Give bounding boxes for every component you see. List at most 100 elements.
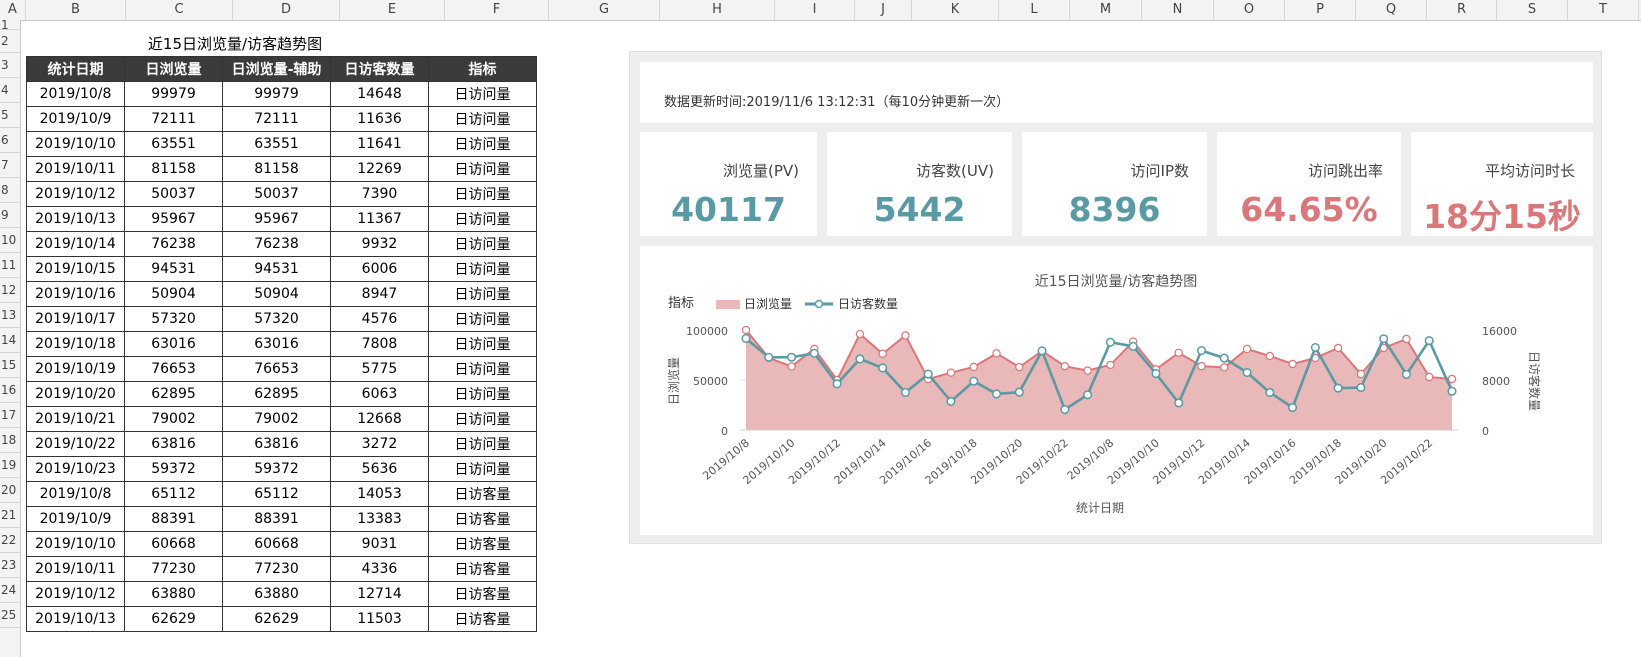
- data-point-uv[interactable]: [1014, 387, 1024, 397]
- cell-uv[interactable]: 12714: [330, 581, 429, 607]
- cell-uv[interactable]: 12668: [330, 406, 429, 432]
- cell-metric[interactable]: 日访问量: [428, 181, 537, 207]
- cell-pv-aux[interactable]: 59372: [222, 456, 331, 482]
- cell-uv[interactable]: 6006: [330, 256, 429, 282]
- cell-date[interactable]: 2019/10/12: [26, 181, 125, 207]
- column-header-a[interactable]: A: [0, 0, 26, 20]
- legend-label-pv[interactable]: 日浏览量: [744, 296, 792, 311]
- header-cell-uv[interactable]: 日访客数量: [330, 56, 429, 82]
- header-cell-date[interactable]: 统计日期: [26, 56, 125, 82]
- cell-pv[interactable]: 77230: [124, 556, 223, 582]
- cell-metric[interactable]: 日访客量: [428, 531, 537, 557]
- data-point-pv[interactable]: [878, 349, 887, 358]
- cell-uv[interactable]: 11367: [330, 206, 429, 232]
- cell-metric[interactable]: 日访客量: [428, 481, 537, 507]
- column-header-o[interactable]: O: [1214, 0, 1285, 20]
- data-point-pv[interactable]: [1402, 334, 1411, 344]
- cell-date[interactable]: 2019/10/13: [26, 206, 125, 232]
- x-axis-title[interactable]: 统计日期: [1076, 501, 1124, 515]
- cell-pv-aux[interactable]: 95967: [222, 206, 331, 232]
- row-header-12[interactable]: 12: [0, 278, 20, 303]
- column-header-b[interactable]: B: [26, 0, 126, 20]
- data-point-pv[interactable]: [741, 325, 751, 335]
- cell-uv[interactable]: 4576: [330, 306, 429, 332]
- data-point-uv[interactable]: [786, 352, 797, 362]
- cell-metric[interactable]: 日访问量: [428, 381, 537, 407]
- row-header-17[interactable]: 17: [0, 403, 20, 428]
- legend-label-uv[interactable]: 日访客数量: [838, 296, 898, 311]
- cell-metric[interactable]: 日访问量: [428, 431, 537, 457]
- column-header-k[interactable]: K: [912, 0, 999, 20]
- cell-metric[interactable]: 日访问量: [428, 106, 537, 132]
- data-point-uv[interactable]: [1242, 367, 1252, 378]
- cell-pv[interactable]: 88391: [124, 506, 223, 532]
- data-point-uv[interactable]: [1219, 353, 1229, 363]
- row-header-16[interactable]: 16: [0, 378, 20, 403]
- series-area-pv[interactable]: [746, 330, 1452, 430]
- row-header-1[interactable]: 1: [0, 20, 20, 31]
- data-point-uv[interactable]: [1288, 402, 1298, 413]
- header-cell-metric[interactable]: 指标: [428, 56, 537, 82]
- cell-pv-aux[interactable]: 76653: [222, 356, 331, 382]
- cell-metric[interactable]: 日访问量: [428, 81, 537, 107]
- cell-pv[interactable]: 81158: [124, 156, 223, 182]
- cell-date[interactable]: 2019/10/13: [26, 606, 125, 632]
- cell-pv[interactable]: 63880: [124, 581, 223, 607]
- row-header-24[interactable]: 24: [0, 578, 20, 603]
- column-header-p[interactable]: P: [1285, 0, 1356, 20]
- column-header-d[interactable]: D: [233, 0, 340, 20]
- cell-metric[interactable]: 日访客量: [428, 606, 537, 632]
- row-header-19[interactable]: 19: [0, 453, 20, 478]
- header-cell-pv[interactable]: 日浏览量: [124, 56, 223, 82]
- y-axis-title-left[interactable]: 日浏览量: [666, 357, 681, 405]
- cell-pv-aux[interactable]: 63016: [222, 331, 331, 357]
- row-header-10[interactable]: 10: [0, 228, 20, 253]
- cell-date[interactable]: 2019/10/22: [26, 431, 125, 457]
- cell-date[interactable]: 2019/10/14: [26, 231, 125, 257]
- cell-date[interactable]: 2019/10/8: [26, 81, 125, 107]
- cell-uv[interactable]: 14648: [330, 81, 429, 107]
- data-point-uv[interactable]: [1333, 383, 1343, 393]
- row-header-8[interactable]: 8: [0, 178, 20, 203]
- column-header-l[interactable]: L: [999, 0, 1070, 20]
- row-header-11[interactable]: 11: [0, 253, 20, 278]
- column-header-g[interactable]: G: [549, 0, 660, 20]
- data-point-pv[interactable]: [1242, 344, 1252, 354]
- column-header-f[interactable]: F: [445, 0, 549, 20]
- cell-metric[interactable]: 日访问量: [428, 231, 537, 257]
- cell-uv[interactable]: 11641: [330, 131, 429, 157]
- column-header-t[interactable]: T: [1568, 0, 1639, 20]
- cell-uv[interactable]: 6063: [330, 381, 429, 407]
- data-point-pv[interactable]: [1083, 366, 1092, 375]
- cell-date[interactable]: 2019/10/9: [26, 106, 125, 132]
- cell-date[interactable]: 2019/10/15: [26, 256, 125, 282]
- cell-date[interactable]: 2019/10/10: [26, 531, 125, 557]
- y-axis-title-right[interactable]: 日访客数量: [1527, 351, 1542, 411]
- data-point-uv[interactable]: [991, 389, 1002, 399]
- chart-title[interactable]: 近15日浏览量/访客趋势图: [1035, 273, 1198, 290]
- data-point-uv[interactable]: [946, 396, 956, 406]
- row-header-21[interactable]: 21: [0, 503, 20, 528]
- row-header-5[interactable]: 5: [0, 103, 20, 128]
- cell-metric[interactable]: 日访问量: [428, 306, 537, 332]
- cell-pv-aux[interactable]: 72111: [222, 106, 331, 132]
- cell-pv-aux[interactable]: 63551: [222, 131, 331, 157]
- row-header-2[interactable]: 2: [0, 30, 20, 53]
- cell-date[interactable]: 2019/10/16: [26, 281, 125, 307]
- cell-pv-aux[interactable]: 50904: [222, 281, 331, 307]
- cell-date[interactable]: 2019/10/18: [26, 331, 125, 357]
- cell-uv[interactable]: 7390: [330, 181, 429, 207]
- data-point-pv[interactable]: [1174, 348, 1183, 357]
- cell-pv[interactable]: 76653: [124, 356, 223, 382]
- data-point-uv[interactable]: [764, 352, 774, 362]
- data-point-pv[interactable]: [1220, 363, 1229, 372]
- cell-uv[interactable]: 14053: [330, 481, 429, 507]
- cell-pv-aux[interactable]: 63880: [222, 581, 331, 607]
- cell-metric[interactable]: 日访问量: [428, 356, 537, 382]
- cell-metric[interactable]: 日访问量: [428, 406, 537, 432]
- data-point-pv[interactable]: [1106, 360, 1115, 370]
- cell-pv-aux[interactable]: 63816: [222, 431, 331, 457]
- data-point-pv[interactable]: [969, 362, 978, 372]
- data-point-pv[interactable]: [787, 362, 796, 371]
- data-point-uv[interactable]: [1037, 346, 1047, 356]
